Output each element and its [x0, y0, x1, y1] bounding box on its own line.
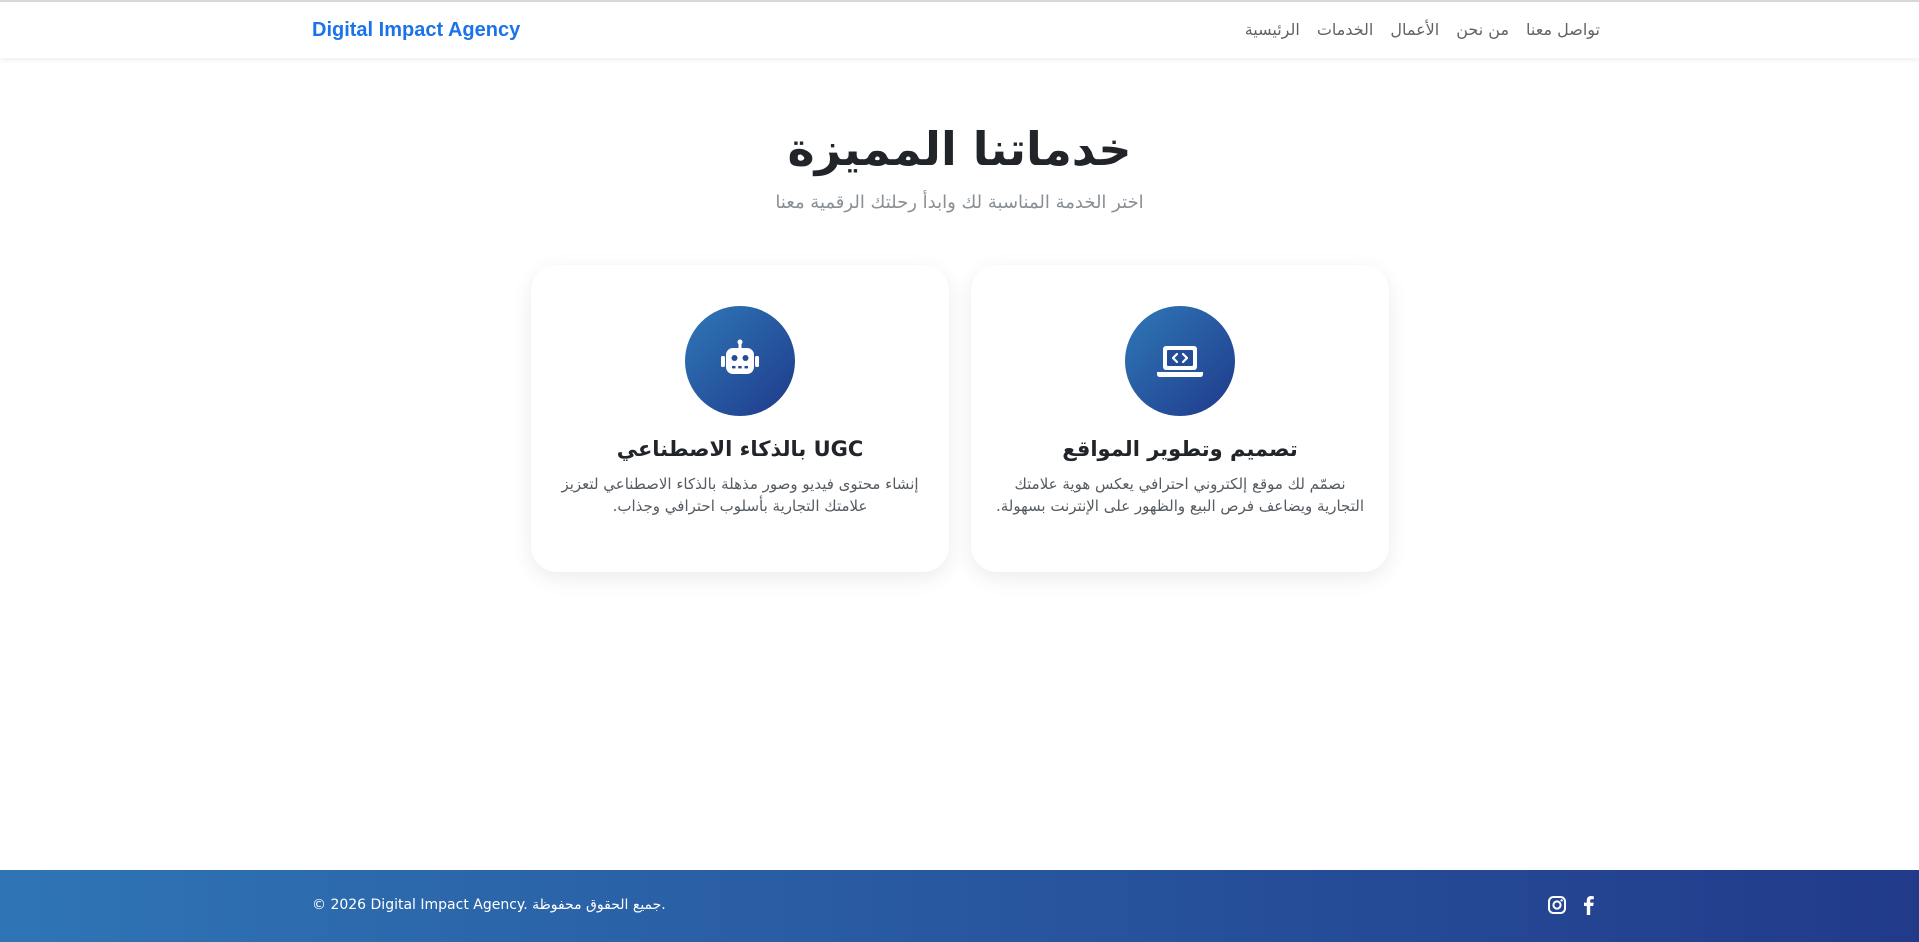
- service-title: تصميم وتطوير المواقع: [1062, 437, 1298, 461]
- page-subtitle: اختر الخدمة المناسبة لك وابدأ رحلتك الرق…: [775, 192, 1144, 213]
- nav-link-contact[interactable]: تواصل معنا: [1526, 20, 1600, 39]
- nav-link-home[interactable]: الرئيسية: [1245, 20, 1300, 39]
- copyright-text: © 2026 Digital Impact Agency. جميع الحقو…: [312, 897, 666, 913]
- social-links: [1547, 895, 1599, 915]
- service-card-web-design[interactable]: تصميم وتطوير المواقع نصمّم لك موقع إلكتر…: [971, 265, 1389, 572]
- nav-link-about[interactable]: من نحن: [1456, 20, 1509, 39]
- laptop-code-icon: [1125, 306, 1235, 416]
- nav-link-portfolio[interactable]: الأعمال: [1390, 20, 1439, 39]
- navbar: Digital Impact Agency الرئيسية الخدمات ا…: [0, 2, 1919, 58]
- service-description: نصمّم لك موقع إلكتروني احترافي يعكس هوية…: [996, 475, 1364, 515]
- main-nav: الرئيسية الخدمات الأعمال من نحن تواصل مع…: [1245, 20, 1600, 39]
- brand-logo-link[interactable]: Digital Impact Agency: [312, 19, 520, 42]
- nav-link-services[interactable]: الخدمات: [1317, 20, 1374, 39]
- service-title: UGC بالذكاء الاصطناعي: [616, 437, 864, 461]
- footer: © 2026 Digital Impact Agency. جميع الحقو…: [0, 870, 1919, 942]
- service-description: إنشاء محتوى فيديو وصور مذهلة بالذكاء الا…: [561, 475, 919, 515]
- page-title: خدماتنا المميزة: [787, 122, 1132, 176]
- robot-icon: [685, 306, 795, 416]
- facebook-icon[interactable]: [1579, 895, 1599, 915]
- instagram-icon[interactable]: [1547, 895, 1567, 915]
- service-card-ai-ugc[interactable]: UGC بالذكاء الاصطناعي إنشاء محتوى فيديو …: [531, 265, 949, 572]
